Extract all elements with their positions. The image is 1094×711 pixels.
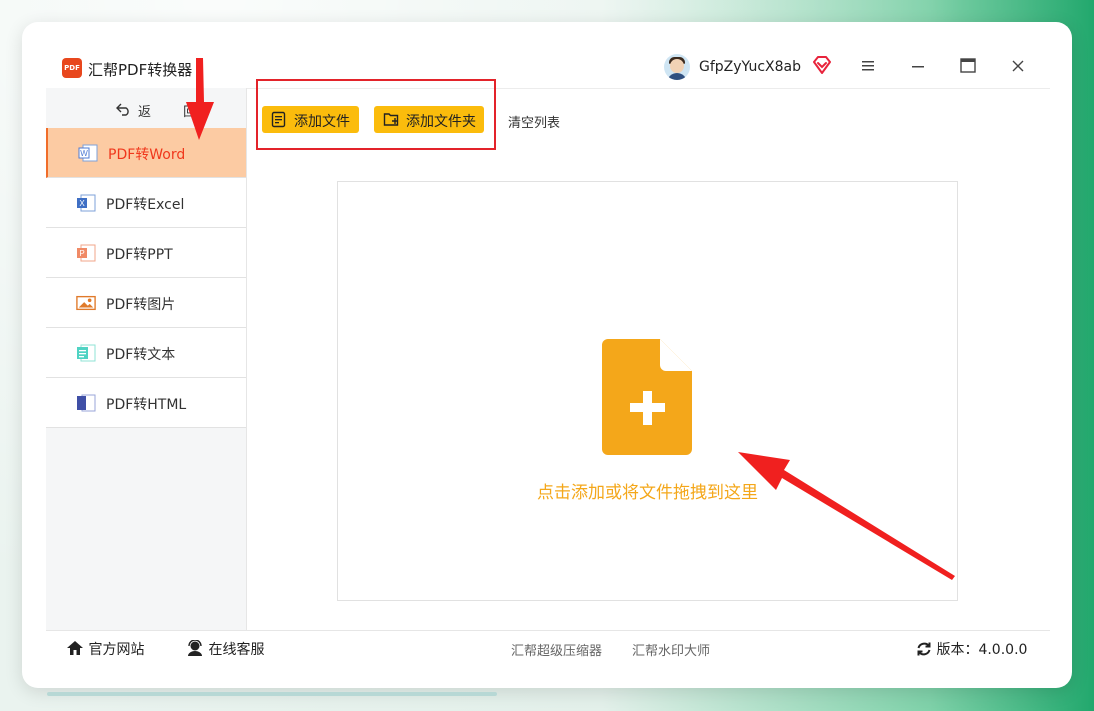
sidebar-item-pdf-to-ppt[interactable]: P PDF转PPT <box>46 228 246 278</box>
online-service-link[interactable]: 在线客服 <box>186 639 264 659</box>
close-icon[interactable] <box>1004 54 1032 78</box>
watermark-link[interactable]: 汇帮水印大师 <box>632 640 710 659</box>
svg-text:P: P <box>79 249 84 258</box>
footer: 官方网站 在线客服 汇帮超级压缩器 汇帮水印大师 版本：4.0.0.0 <box>46 630 1050 663</box>
svg-text:X: X <box>79 199 85 208</box>
html-icon <box>77 394 96 412</box>
app-logo: PDF <box>62 58 82 78</box>
sidebar-item-label: PDF转Excel <box>106 197 185 213</box>
sidebar-item-pdf-to-word[interactable]: W PDF转Word <box>46 128 246 178</box>
file-drop-zone[interactable]: 点击添加或将文件拖拽到这里 <box>337 181 958 601</box>
avatar[interactable] <box>664 54 690 80</box>
excel-icon: X <box>77 194 96 212</box>
official-website-label: 官方网站 <box>88 642 145 658</box>
app-window: PDF 汇帮PDF转换器 GfpZyYucX8ab 返 回 W PDF转Word… <box>22 22 1072 688</box>
back-label: 返 回 <box>138 105 211 120</box>
sidebar-item-pdf-to-excel[interactable]: X PDF转Excel <box>46 178 246 228</box>
annotation-highlight-box <box>256 79 496 150</box>
sidebar-item-label: PDF转Word <box>108 147 186 163</box>
home-icon <box>67 641 83 655</box>
back-button[interactable]: 返 回 <box>46 88 246 128</box>
headset-icon <box>188 639 202 656</box>
sidebar-item-label: PDF转PPT <box>106 247 173 263</box>
sidebar-item-pdf-to-image[interactable]: PDF转图片 <box>46 278 246 328</box>
add-document-icon[interactable] <box>602 339 692 455</box>
version-info[interactable]: 版本：4.0.0.0 <box>916 639 1027 659</box>
svg-text:W: W <box>80 149 88 158</box>
text-icon <box>77 344 96 362</box>
image-icon <box>76 295 96 311</box>
official-website-link[interactable]: 官方网站 <box>66 639 144 659</box>
menu-icon[interactable] <box>854 54 882 78</box>
sidebar-item-pdf-to-html[interactable]: PDF转HTML <box>46 378 246 428</box>
drop-zone-label: 点击添加或将文件拖拽到这里 <box>537 483 758 503</box>
sidebar-item-pdf-to-text[interactable]: PDF转文本 <box>46 328 246 378</box>
online-service-label: 在线客服 <box>208 642 265 658</box>
sidebar-item-label: PDF转图片 <box>106 297 176 313</box>
refresh-icon <box>917 642 931 656</box>
sidebar: 返 回 W PDF转Word X PDF转Excel P PDF转PPT PDF… <box>46 88 247 630</box>
clear-list-button[interactable]: 清空列表 <box>508 112 560 131</box>
vip-diamond-icon[interactable] <box>812 56 832 74</box>
minimize-icon[interactable] <box>904 54 932 78</box>
ppt-icon: P <box>77 244 96 262</box>
username[interactable]: GfpZyYucX8ab <box>699 59 801 75</box>
back-arrow-icon <box>116 103 129 116</box>
sidebar-item-label: PDF转文本 <box>106 347 176 363</box>
conversion-nav: W PDF转Word X PDF转Excel P PDF转PPT PDF转图片 … <box>46 128 246 428</box>
compressor-link[interactable]: 汇帮超级压缩器 <box>511 640 602 659</box>
sidebar-item-label: PDF转HTML <box>106 397 187 413</box>
version-label: 版本：4.0.0.0 <box>936 642 1028 658</box>
maximize-icon[interactable] <box>954 54 982 78</box>
app-content: PDF 汇帮PDF转换器 GfpZyYucX8ab 返 回 W PDF转Word… <box>46 42 1050 663</box>
scroll-indicator <box>47 692 497 696</box>
title-bar: PDF 汇帮PDF转换器 GfpZyYucX8ab <box>46 42 1050 89</box>
app-title: 汇帮PDF转换器 <box>88 61 193 79</box>
word-icon: W <box>78 144 98 162</box>
